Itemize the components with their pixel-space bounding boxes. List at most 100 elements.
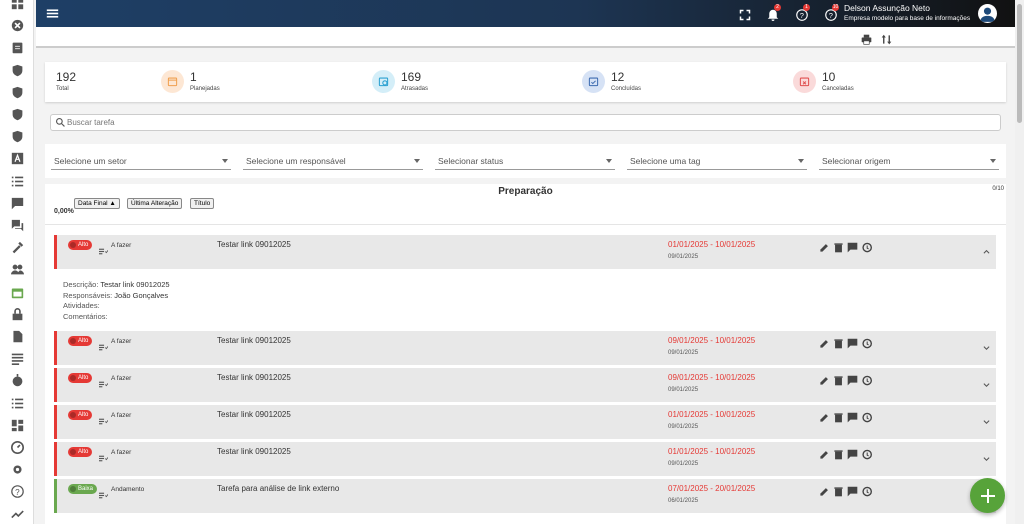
chevron-down-icon[interactable] — [983, 338, 990, 350]
avatar[interactable] — [978, 4, 997, 23]
origin-select-label: Selecionar origem — [822, 156, 891, 166]
origin-select[interactable]: Selecionar origem — [819, 153, 999, 170]
trash-icon[interactable] — [833, 240, 844, 253]
comment-icon[interactable] — [847, 373, 858, 386]
history-icon[interactable] — [861, 240, 872, 253]
status-icon — [99, 338, 109, 351]
list-icon[interactable] — [10, 174, 24, 188]
history-icon[interactable] — [861, 447, 872, 460]
comment-icon[interactable] — [847, 484, 858, 497]
trending-up-icon[interactable] — [10, 506, 24, 520]
task-row[interactable]: Baixa Andamento Tarefa para análise de lin… — [54, 479, 996, 513]
forum-icon[interactable] — [10, 218, 24, 232]
chevron-up-icon[interactable] — [983, 242, 990, 254]
edit-icon[interactable] — [819, 240, 830, 252]
trash-icon[interactable] — [833, 410, 844, 423]
scrollbar-thumb[interactable] — [1017, 4, 1022, 123]
comments-label: Comentários: — [63, 311, 108, 321]
priority-icon — [70, 375, 76, 381]
edit-icon[interactable] — [819, 373, 830, 385]
status-label: A fazer — [111, 449, 132, 456]
desc-label: Descrição: — [63, 280, 99, 289]
print-icon[interactable] — [861, 32, 872, 45]
svg-text:?: ? — [15, 487, 20, 496]
document-icon[interactable] — [10, 329, 24, 343]
chevron-down-icon[interactable] — [983, 375, 990, 387]
history-icon[interactable] — [861, 336, 872, 349]
tag-select[interactable]: Selecione uma tag — [627, 153, 807, 170]
group-icon[interactable] — [10, 262, 24, 276]
activities-label: Atividades: — [63, 301, 100, 310]
updates-icon[interactable]: ? 10 — [825, 4, 839, 21]
shield-icon[interactable] — [10, 107, 24, 121]
task-row[interactable]: Alto A fazer Testar link 09012025 09/01/202… — [54, 331, 996, 365]
top-bar: 2 ? 1 ? 10 Delson Assunção Neto Empresa mo… — [36, 0, 1020, 27]
task-row[interactable]: Alto A fazer Testar link 09012025 09/01/202… — [54, 368, 996, 402]
cancel-circle-icon[interactable] — [10, 18, 24, 32]
help-icon[interactable]: ? 1 — [796, 4, 810, 21]
text-lines-icon[interactable] — [10, 351, 24, 365]
chevron-down-icon[interactable] — [983, 449, 990, 461]
edit-icon[interactable] — [819, 484, 830, 496]
trash-icon[interactable] — [833, 447, 844, 460]
task-row[interactable]: Alto A fazer Testar link 09012025 01/01/202… — [54, 405, 996, 439]
grid-icon[interactable] — [10, 0, 24, 10]
history-icon[interactable] — [861, 373, 872, 386]
dashboard-icon[interactable] — [10, 418, 24, 432]
shield-icon[interactable] — [10, 85, 24, 99]
task-row[interactable]: Alto A fazer Testar link 09012025 01/01/202… — [54, 442, 996, 476]
task-row[interactable]: Alto A fazer Testar link 09012025 01/01/202… — [54, 235, 996, 269]
comment-icon[interactable] — [847, 240, 858, 253]
stat-completed-value: 12 — [611, 70, 625, 84]
fullscreen-icon[interactable] — [739, 8, 751, 21]
shield-icon[interactable] — [10, 63, 24, 77]
tools-icon[interactable] — [10, 240, 24, 254]
sort-title-button[interactable]: Título — [190, 198, 215, 209]
edit-icon[interactable] — [819, 447, 830, 459]
cancelled-icon — [793, 70, 816, 93]
speed-icon[interactable] — [10, 440, 24, 454]
priority-badge: Alto — [68, 336, 93, 346]
sector-select[interactable]: Selecione um setor — [51, 153, 231, 170]
alarm-icon[interactable] — [10, 373, 24, 387]
task-title: Testar link 09012025 — [217, 410, 291, 419]
shield-icon[interactable] — [10, 129, 24, 143]
list-icon[interactable] — [10, 396, 24, 410]
menu-icon[interactable] — [46, 7, 59, 20]
lock-icon[interactable] — [10, 307, 24, 321]
task-dates: 09/01/2025 - 10/01/2025 — [668, 373, 756, 382]
status-select[interactable]: Selecionar status — [435, 153, 615, 170]
responsible-select[interactable]: Selecione um responsável — [243, 153, 423, 170]
history-icon[interactable] — [861, 484, 872, 497]
gear-icon[interactable] — [10, 462, 24, 476]
history-icon[interactable] — [861, 410, 872, 423]
trash-icon[interactable] — [833, 336, 844, 349]
status-icon — [99, 449, 109, 462]
font-icon[interactable] — [10, 151, 24, 165]
calendar-icon[interactable] — [10, 285, 24, 299]
priority-label: Alto — [78, 375, 89, 381]
add-task-button[interactable] — [970, 478, 1005, 513]
status-icon — [99, 242, 109, 255]
sort-icon[interactable] — [881, 32, 892, 45]
comment-icon[interactable] — [847, 410, 858, 423]
comment-icon[interactable] — [847, 336, 858, 349]
help-icon[interactable]: ? — [10, 484, 24, 498]
comment-icon[interactable] — [847, 447, 858, 460]
chevron-down-icon — [222, 159, 228, 163]
sort-last-change-button[interactable]: Última Alteração — [127, 198, 183, 209]
chat-icon[interactable] — [10, 196, 24, 210]
notifications-icon[interactable]: 2 — [767, 4, 781, 21]
trash-icon[interactable] — [833, 484, 844, 497]
edit-icon[interactable] — [819, 336, 830, 348]
clipboard-icon[interactable] — [10, 40, 24, 54]
sort-due-date-button[interactable]: Data Final ▲ — [74, 198, 120, 209]
trash-icon[interactable] — [833, 373, 844, 386]
edit-icon[interactable] — [819, 410, 830, 422]
resp-label: Responsáveis: — [63, 290, 113, 300]
panel-title: Preparação — [498, 186, 553, 197]
priority-badge: Alto — [68, 410, 93, 420]
search-input[interactable] — [67, 116, 967, 129]
chevron-down-icon[interactable] — [983, 412, 990, 424]
stat-total-label: Total — [56, 86, 69, 92]
